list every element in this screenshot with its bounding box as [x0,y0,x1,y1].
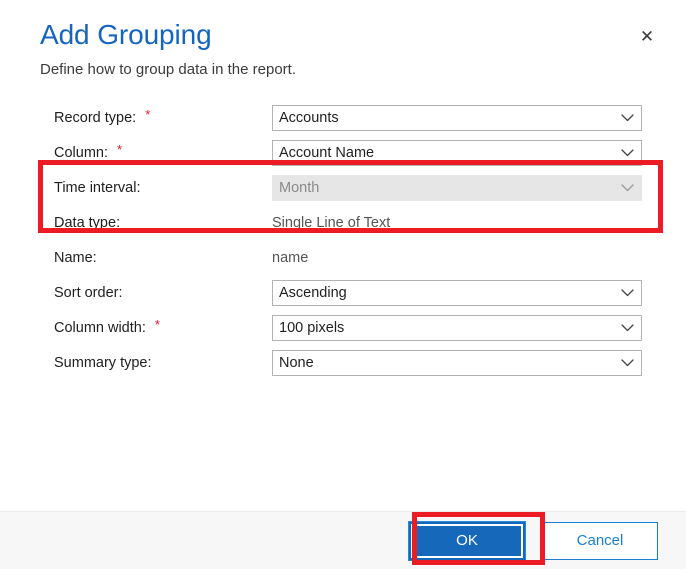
label-text: Column width: [54,319,146,336]
form-row-sort-order: Sort order: Ascending [54,275,642,310]
label-text: Name: [54,249,97,266]
control-name: name [272,245,642,271]
grouping-form: Record type: * Accounts Column: * Account Nam… [54,100,642,380]
label-text: Record type: [54,109,137,126]
cancel-button[interactable]: Cancel [542,521,658,560]
control-column: Account Name [272,139,642,166]
record-type-selected-value: Accounts [279,109,339,126]
summary-type-selected-value: None [279,354,314,371]
column-width-dropdown[interactable]: 100 pixels [272,314,642,341]
label-sort-order: Sort order: [54,285,272,301]
label-data-type: Data type: [54,215,272,231]
label-text: Summary type: [54,354,152,371]
name-value: name [272,249,309,266]
chevron-down-icon [613,148,641,157]
time-interval-dropdown: Month [272,174,642,201]
chevron-down-icon [613,288,641,297]
label-column: Column: * [54,141,272,161]
control-column-width: 100 pixels [272,314,642,341]
required-asterisk-icon: * [117,141,123,157]
control-summary-type: None [272,349,642,376]
record-type-dropdown[interactable]: Accounts [272,104,642,131]
dialog-subtitle: Define how to group data in the report. [40,61,296,78]
column-selected-value: Account Name [279,144,375,161]
required-asterisk-icon: * [154,316,160,332]
label-name: Name: [54,250,272,266]
chevron-down-icon [613,183,641,192]
summary-type-dropdown[interactable]: None [272,349,642,376]
add-grouping-dialog: Add Grouping Define how to group data in… [0,0,686,569]
label-record-type: Record type: * [54,106,272,126]
control-record-type: Accounts [272,104,642,131]
chevron-down-icon [613,113,641,122]
required-asterisk-icon: * [145,106,151,122]
form-row-name: Name: name [54,240,642,275]
dialog-body: Record type: * Accounts Column: * Account Nam… [0,80,686,511]
label-text: Column: [54,144,108,161]
sort-order-selected-value: Ascending [279,284,347,301]
time-interval-selected-value: Month [279,179,320,196]
form-row-column: Column: * Account Name [54,135,642,170]
page-title: Add Grouping [40,19,212,50]
ok-button[interactable]: OK [409,521,525,560]
column-width-selected-value: 100 pixels [279,319,345,336]
control-sort-order: Ascending [272,279,642,306]
form-row-record-type: Record type: * Accounts [54,100,642,135]
form-row-data-type: Data type: Single Line of Text [54,205,642,240]
data-type-value: Single Line of Text [272,214,391,231]
label-time-interval: Time interval: [54,180,272,196]
sort-order-dropdown[interactable]: Ascending [272,279,642,306]
label-column-width: Column width: * [54,316,272,336]
control-time-interval: Month [272,174,642,201]
label-summary-type: Summary type: [54,355,272,371]
dialog-header: Add Grouping Define how to group data in… [0,0,686,80]
label-text: Sort order: [54,284,123,301]
chevron-down-icon [613,358,641,367]
form-row-time-interval: Time interval: Month [54,170,642,205]
label-text: Data type: [54,214,121,231]
control-data-type: Single Line of Text [272,210,642,236]
column-dropdown[interactable]: Account Name [272,139,642,166]
close-icon[interactable]: ✕ [634,24,660,50]
form-row-summary-type: Summary type: None [54,345,642,380]
label-text: Time interval: [54,179,141,196]
chevron-down-icon [613,323,641,332]
form-row-column-width: Column width: * 100 pixels [54,310,642,345]
dialog-footer: OK Cancel [0,511,686,569]
